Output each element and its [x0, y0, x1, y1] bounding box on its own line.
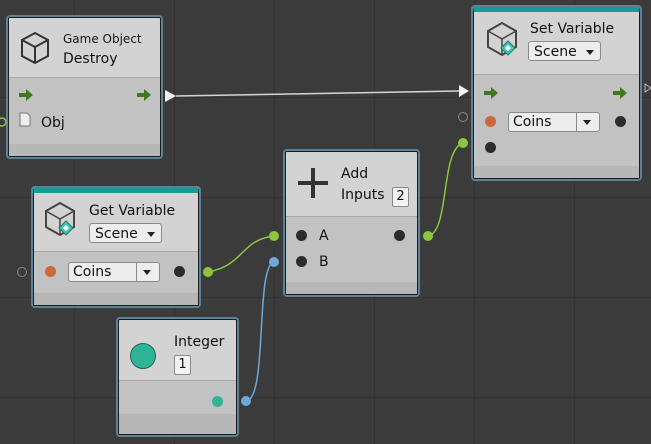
variable-name-field[interactable]: Coins — [68, 262, 160, 282]
variable-name-field[interactable]: Coins — [508, 112, 600, 132]
variable-icon — [487, 21, 517, 57]
set-variable-node[interactable]: Set Variable Scene Coins — [473, 7, 640, 179]
chevron-down-icon — [586, 50, 594, 55]
scope-dropdown[interactable]: Scene — [528, 41, 601, 61]
chevron-down-icon — [143, 270, 151, 275]
inputs-label: Inputs — [341, 187, 385, 203]
input-label-a: A — [319, 228, 329, 244]
variable-name-value: Coins — [73, 264, 112, 280]
node-title: Get Variable — [89, 203, 176, 219]
document-icon — [19, 112, 31, 127]
scope-value: Scene — [95, 226, 138, 242]
input-label-obj: Obj — [41, 115, 65, 131]
integer-color-icon — [130, 343, 156, 369]
scope-value: Scene — [534, 44, 577, 60]
value-wire-add-to-set — [427, 142, 464, 237]
input-port-a[interactable] — [296, 230, 307, 241]
flow-output-arrow — [165, 90, 176, 102]
chevron-down-icon — [147, 232, 155, 237]
flow-output-icon[interactable] — [137, 89, 151, 101]
scope-port[interactable] — [45, 266, 56, 277]
scope-dropdown[interactable]: Scene — [89, 223, 162, 243]
node-title: Destroy — [63, 51, 118, 67]
destroy-node[interactable]: Game Object Destroy Obj — [8, 17, 161, 157]
flow-connection-wire — [175, 90, 460, 97]
cube-icon — [21, 31, 49, 65]
chevron-down-icon — [583, 120, 591, 125]
node-title: Set Variable — [530, 21, 615, 37]
variable-dropdown-button[interactable] — [576, 113, 599, 131]
unconnected-port — [17, 267, 27, 277]
inputs-count-field[interactable]: 2 — [392, 187, 409, 207]
flow-input-arrow — [459, 85, 469, 97]
integer-value-field[interactable]: 1 — [174, 355, 191, 375]
add-node[interactable]: Add Inputs 2 A B — [285, 151, 418, 295]
integer-node[interactable]: Integer 1 — [118, 319, 237, 435]
unconnected-port — [458, 112, 468, 122]
variable-icon — [45, 201, 75, 237]
value-output-port[interactable] — [212, 396, 223, 407]
value-wire-get-to-add-a — [207, 235, 275, 273]
node-title: Add — [341, 166, 369, 182]
node-title: Integer — [174, 334, 225, 350]
input-port-b[interactable] — [296, 256, 307, 267]
value-output-port[interactable] — [174, 266, 185, 277]
variable-dropdown-button[interactable] — [136, 263, 159, 281]
flow-output-arrow-offscreen — [644, 83, 651, 93]
unconnected-port — [0, 117, 7, 127]
flow-input-icon[interactable] — [484, 87, 498, 99]
value-wire-integer-to-add-b — [245, 261, 275, 402]
input-label-b: B — [319, 254, 329, 270]
variable-name-value: Coins — [513, 114, 552, 130]
node-category: Game Object — [63, 32, 142, 46]
scope-port[interactable] — [485, 116, 496, 127]
get-variable-node[interactable]: Get Variable Scene Coins — [33, 188, 199, 306]
value-output-port[interactable] — [615, 116, 626, 127]
flow-input-icon[interactable] — [19, 89, 33, 101]
flow-output-icon[interactable] — [613, 87, 627, 99]
plus-icon — [298, 168, 328, 198]
sum-output-port[interactable] — [394, 230, 405, 241]
value-input-port[interactable] — [485, 142, 496, 153]
